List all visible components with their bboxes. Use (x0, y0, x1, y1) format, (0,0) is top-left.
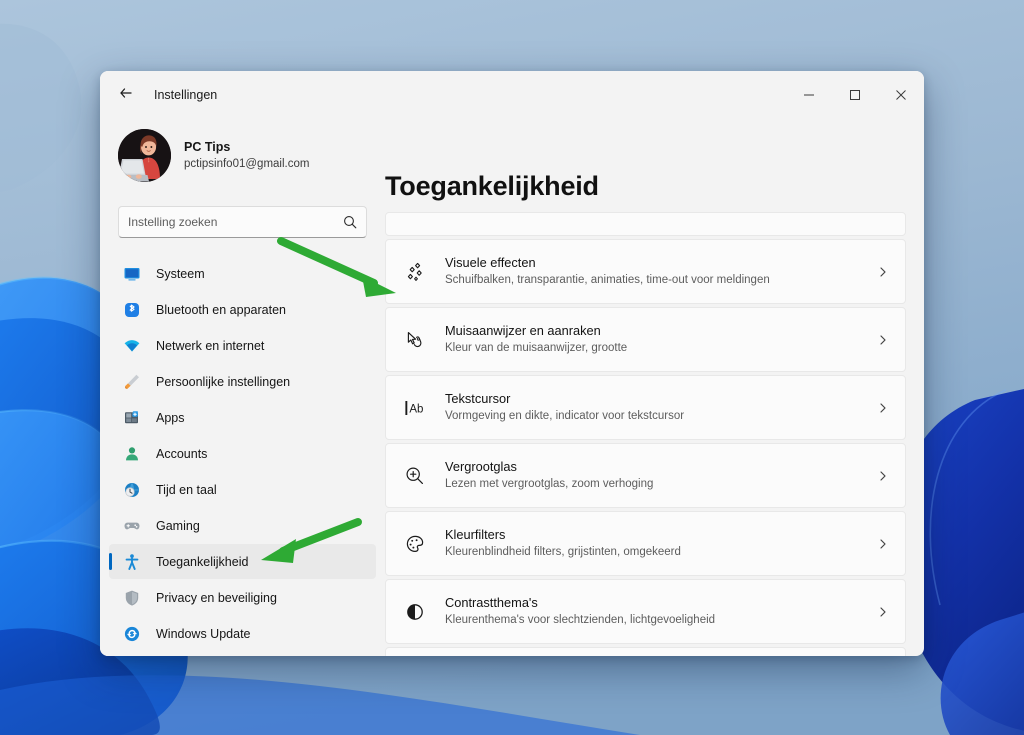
window-titlebar: Instellingen (100, 71, 924, 119)
sidebar-item-toegankelijkheid[interactable]: Toegankelijkheid (109, 544, 376, 579)
card-title: Kleurfilters (445, 526, 506, 542)
sidebar-item-accounts[interactable]: Accounts (109, 436, 376, 471)
sidebar-item-label: Toegankelijkheid (156, 554, 249, 569)
card-title: Contrastthema's (445, 594, 538, 610)
chevron-right-icon[interactable] (867, 538, 889, 550)
card-title: Vergrootglas (445, 458, 517, 474)
main-pane: Toegankelijkheid Tekstgrootte die wordt … (385, 119, 924, 656)
sidebar-item-label: Bluetooth en apparaten (156, 302, 286, 317)
sidebar-nav: Systeem Bluetooth en apparaten Netwerk e… (100, 256, 385, 656)
setting-card-tekstcursor[interactable]: Ab Tekstcursor Vormgeving en dikte, indi… (385, 375, 906, 440)
magnifier-plus-icon (400, 465, 430, 487)
chevron-right-icon[interactable] (867, 266, 889, 278)
setting-card-vergrootglas[interactable]: Vergrootglas Lezen met vergrootglas, zoo… (385, 443, 906, 508)
page-title: Toegankelijkheid (385, 171, 599, 201)
search-box[interactable] (118, 206, 367, 238)
mouse-pointer-hand-icon (400, 329, 430, 351)
gamepad-icon (121, 515, 142, 536)
avatar (118, 129, 171, 182)
setting-card-tekstgrootte[interactable]: Tekstgrootte die wordt weergegeven in Wi… (385, 212, 906, 236)
sidebar-item-privacy-en-beveiliging[interactable]: Privacy en beveiliging (109, 580, 376, 615)
chevron-right-icon[interactable] (867, 334, 889, 346)
setting-card-contrastthemas[interactable]: Contrastthema's Kleurenthema's voor slec… (385, 579, 906, 644)
account-text: PC Tips pctipsinfo01@gmail.com (184, 140, 309, 172)
close-button[interactable] (878, 71, 924, 119)
sidebar-item-label: Persoonlijke instellingen (156, 374, 291, 389)
arrow-left-icon (118, 85, 134, 106)
sidebar-item-label: Tijd en taal (156, 482, 217, 497)
settings-window: Instellingen PC Tips pctipsinfo01@gmail.… (100, 71, 924, 656)
sidebar-item-bluetooth-en-apparaten[interactable]: Bluetooth en apparaten (109, 292, 376, 327)
window-body: PC Tips pctipsinfo01@gmail.com Instellin… (100, 119, 924, 656)
chevron-right-icon[interactable] (867, 470, 889, 482)
setting-card-muisaanwijzer-en-aanraken[interactable]: Muisaanwijzer en aanraken Kleur van de m… (385, 307, 906, 372)
card-subtitle: Schuifbalken, transparantie, animaties, … (445, 274, 770, 287)
sidebar-item-tijd-en-taal[interactable]: Tijd en taal (109, 472, 376, 507)
sidebar-item-label: Gaming (156, 518, 200, 533)
card-title: Visuele effecten (445, 254, 536, 270)
card-text: Tekstgrootte die wordt weergegeven in Wi… (445, 212, 879, 213)
text-cursor-ab-icon: Ab (400, 398, 430, 418)
back-button[interactable] (110, 79, 142, 111)
bluetooth-icon (121, 299, 142, 320)
sidebar-item-label: Systeem (156, 266, 205, 281)
window-controls (786, 71, 924, 119)
card-subtitle: Lezen met vergrootglas, zoom verhoging (445, 478, 654, 491)
card-subtitle: Kleurenblindheid filters, grijstinten, o… (445, 546, 681, 559)
card-subtitle: Kleur van de muisaanwijzer, grootte (445, 342, 628, 355)
search-input[interactable] (128, 215, 343, 229)
clock-globe-icon (121, 479, 142, 500)
contrast-circle-icon (400, 601, 430, 623)
sidebar-item-label: Windows Update (156, 626, 251, 641)
sidebar-item-label: Privacy en beveiliging (156, 590, 277, 605)
paintbrush-icon (121, 371, 142, 392)
card-text: Tekstcursor Vormgeving en dikte, indicat… (445, 391, 867, 425)
card-text: Muisaanwijzer en aanraken Kleur van de m… (445, 323, 867, 357)
desktop: Instellingen PC Tips pctipsinfo01@gmail.… (0, 0, 1024, 735)
setting-card-visuele-effecten[interactable]: Visuele effecten Schuifbalken, transpara… (385, 239, 906, 304)
setting-card-kleurfilters[interactable]: Kleurfilters Kleurenblindheid filters, g… (385, 511, 906, 576)
card-title: Tekstcursor (445, 390, 511, 406)
chevron-right-icon[interactable] (867, 402, 889, 414)
accessibility-person-icon (121, 551, 142, 572)
sidebar-item-persoonlijke-instellingen[interactable]: Persoonlijke instellingen (109, 364, 376, 399)
wifi-icon (121, 335, 142, 356)
account-block[interactable]: PC Tips pctipsinfo01@gmail.com (118, 129, 385, 182)
sidebar-item-systeem[interactable]: Systeem (109, 256, 376, 291)
update-refresh-icon (121, 623, 142, 644)
account-email: pctipsinfo01@gmail.com (184, 158, 310, 171)
svg-text:Ab: Ab (409, 403, 423, 415)
sidebar: PC Tips pctipsinfo01@gmail.com Instellin… (100, 119, 385, 656)
sidebar-item-gaming[interactable]: Gaming (109, 508, 376, 543)
person-icon (121, 443, 142, 464)
maximize-button[interactable] (832, 71, 878, 119)
apps-grid-icon (121, 407, 142, 428)
sidebar-item-label: Netwerk en internet (156, 338, 265, 353)
monitor-icon (121, 263, 142, 284)
chevron-right-icon[interactable] (867, 606, 889, 618)
card-text: Kleurfilters Kleurenblindheid filters, g… (445, 527, 867, 561)
minimize-button[interactable] (786, 71, 832, 119)
search-icon (343, 215, 357, 229)
sparkle-diamonds-icon (400, 261, 430, 283)
color-palette-icon (400, 533, 430, 555)
sidebar-item-netwerk-en-internet[interactable]: Netwerk en internet (109, 328, 376, 363)
sidebar-item-label: Accounts (156, 446, 208, 461)
card-text: Contrastthema's Kleurenthema's voor slec… (445, 595, 867, 629)
account-name: PC Tips (184, 139, 231, 154)
card-subtitle: Vormgeving en dikte, indicator voor teks… (445, 410, 685, 423)
shield-icon (121, 587, 142, 608)
window-title: Instellingen (154, 88, 218, 102)
card-title: Muisaanwijzer en aanraken (445, 322, 601, 338)
card-subtitle: Kleurenthema's voor slechtzienden, licht… (445, 614, 716, 627)
sidebar-item-apps[interactable]: Apps (109, 400, 376, 435)
sidebar-item-windows-update[interactable]: Windows Update (109, 616, 376, 651)
sidebar-item-label: Apps (156, 410, 185, 425)
card-text: Vergrootglas Lezen met vergrootglas, zoo… (445, 459, 867, 493)
setting-card-verteller[interactable]: Verteller Spraak, uitgebreidheid, toetse… (385, 647, 906, 656)
card-text: Visuele effecten Schuifbalken, transpara… (445, 255, 867, 289)
card-subtitle: Tekstgrootte die wordt weergegeven in Wi… (445, 212, 879, 213)
settings-list: Tekstgrootte die wordt weergegeven in Wi… (385, 212, 924, 656)
